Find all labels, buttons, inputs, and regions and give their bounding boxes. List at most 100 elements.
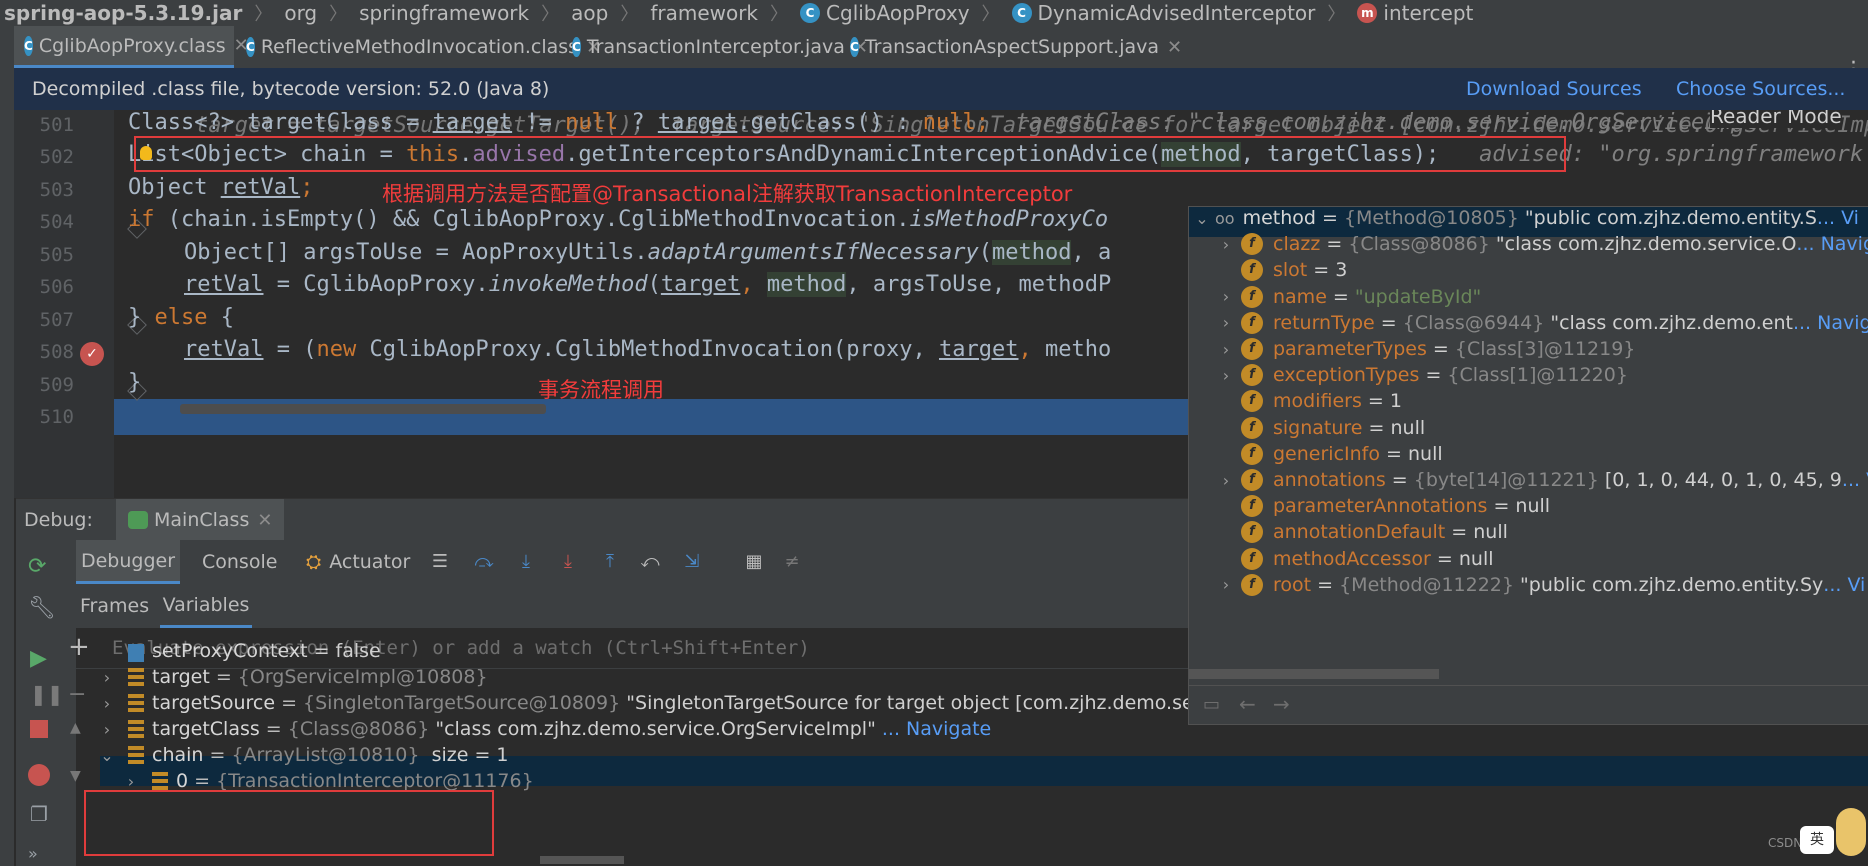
debug-label: Debug: [24,509,93,531]
expand-arrow-icon[interactable]: › [1219,366,1233,385]
tab-frames[interactable]: Frames [80,584,149,628]
field-value: null [1390,416,1426,439]
navigate-link[interactable]: ... Vi [1823,574,1865,596]
field-name: signature [1273,416,1363,439]
expand-arrow-icon[interactable]: › [124,772,138,791]
variable-value: = false [313,640,381,662]
tab-transactionaspectsupport[interactable]: C TransactionAspectSupport.java ✕ [840,26,1182,68]
layout-menu-icon[interactable]: ☰ [428,550,452,574]
run-to-cursor-icon[interactable]: ⇲ [680,550,704,574]
class-icon: C [1011,3,1032,23]
field-name: parameterAnnotations [1273,495,1488,518]
move-down-icon[interactable]: ▼ [70,768,81,784]
pause-icon[interactable]: ❚❚ [30,682,64,706]
stop-icon[interactable] [30,720,48,738]
breadcrumb-item[interactable]: aop [567,1,612,25]
evaluate-expression-icon[interactable]: ▦ [742,550,766,574]
expand-arrow-icon[interactable]: › [1219,235,1233,254]
ime-indicator[interactable]: 英 [1800,826,1834,854]
class-icon: C [800,3,821,23]
expand-arrow-icon[interactable]: › [100,668,114,687]
trace-icon[interactable]: ≠ [780,550,804,574]
popup-horizontal-scrollbar[interactable] [1189,669,1439,679]
field-name: annotationDefault [1273,521,1446,544]
collapse-arrow-icon[interactable]: ⌄ [1195,209,1209,228]
expand-arrow-icon[interactable]: › [100,694,114,713]
expand-arrow-icon[interactable]: › [1219,471,1233,490]
navigate-link[interactable]: ... Vi [1842,469,1868,491]
breadcrumb-item[interactable]: spring-aop-5.3.19.jar [0,1,246,25]
code-token: retVal [220,175,301,200]
line-number: 510 [39,406,74,428]
breadcrumb-label: intercept [1383,1,1474,25]
popup-field-row[interactable]: › f root = {Method@11222} "public com.zjhz… [1219,570,1865,600]
step-into-icon[interactable]: ⤓ [514,550,538,574]
add-watch-icon[interactable]: + [68,632,90,662]
wrench-icon[interactable]: 🔧︎ [28,596,56,621]
breadcrumb-item[interactable]: C DynamicAdvisedInterceptor [1008,1,1320,25]
drop-frame-icon[interactable]: ⤺ [638,550,662,574]
breadcrumb-item[interactable]: C CglibAopProxy [796,1,974,25]
navigate-link[interactable]: ... Navig [1793,312,1868,334]
code-token: ( [978,240,992,265]
tab-debugger[interactable]: Debugger [76,540,180,584]
variables-horizontal-scrollbar[interactable] [540,856,624,864]
close-icon[interactable]: ✕ [257,510,272,531]
close-icon[interactable]: ✕ [1167,37,1182,58]
field-value: "public com.zjhz.demo.entity.S [1524,207,1817,229]
field-value: null [1515,495,1551,518]
step-over-icon[interactable]: ⤼ [472,550,496,574]
debug-session-tab[interactable]: MainClass ✕ [116,499,285,541]
code-token: null [922,110,976,135]
lightbulb-icon[interactable] [140,146,152,160]
equals-sign: = [1311,573,1340,596]
code-token: (chain.isEmpty() && CglibAopProxy.CglibM… [154,207,910,232]
project-tool-strip[interactable] [0,26,15,866]
tab-actuator[interactable]: ⛭ Actuator [306,540,410,584]
equals-sign: = [1426,338,1455,360]
download-sources-link[interactable]: Download Sources [1466,78,1642,100]
breakpoint-icon[interactable]: ✓ [80,342,104,366]
navigate-link[interactable]: ... Vi [1817,207,1859,229]
rerun-icon[interactable]: ⟳ [28,554,46,579]
field-icon: f [1241,285,1263,308]
forward-arrow-icon[interactable]: → [1273,692,1290,716]
tab-reflectivemethodinvocation[interactable]: C ReflectiveMethodInvocation.class ✕ [236,26,601,68]
copy-icon[interactable]: ❐ [30,802,48,826]
resume-icon[interactable]: ▶ [30,646,47,671]
method-inspection-popup[interactable]: ⌄ oo method = {Method@10805} "public com.z… [1188,206,1868,725]
navigate-link[interactable]: ... Navigate [882,718,991,740]
reader-mode-button[interactable]: Reader Mode [1710,110,1842,128]
choose-sources-link[interactable]: Choose Sources... [1676,78,1845,100]
expand-arrow-icon[interactable]: › [1219,575,1233,594]
code-token: target [432,110,513,135]
navigate-link[interactable]: ... Navig [1796,233,1868,255]
expand-arrow-icon[interactable]: › [100,720,114,739]
tab-transactioninterceptor[interactable]: C TransactionInterceptor.java ✕ [562,26,868,68]
line-gutter[interactable] [14,110,114,498]
field-name: clazz [1273,233,1321,256]
expand-arrow-icon[interactable]: › [1219,313,1233,332]
move-up-icon[interactable]: ▲ [70,720,81,736]
expand-arrow-icon[interactable]: › [1219,287,1233,306]
tab-variables[interactable]: Variables [160,584,252,628]
back-arrow-icon[interactable]: ← [1239,692,1256,716]
breadcrumb-separator-icon: 〉 [770,4,789,25]
debug-session-icon [128,511,148,529]
tab-console[interactable]: Console [202,540,277,584]
breadcrumb-item[interactable]: springframework [355,1,533,25]
view-breakpoints-icon[interactable] [28,764,50,786]
collapse-arrow-icon[interactable]: ⌄ [100,746,114,765]
editor-horizontal-scrollbar[interactable] [180,404,546,414]
step-out-icon[interactable]: ⤒ [598,550,622,574]
tab-cglibaopproxy[interactable]: C CglibAopProxy.class ✕ [14,26,249,68]
field-icon: f [1241,573,1263,596]
breadcrumb-item[interactable]: org [280,1,321,25]
expand-arrow-icon[interactable]: › [1219,340,1233,359]
folder-icon[interactable]: ▭ [1203,694,1220,715]
breadcrumb-item[interactable]: m intercept [1353,1,1477,25]
force-step-into-icon[interactable]: ⤓ [556,550,580,574]
remove-watch-icon[interactable]: − [68,682,86,707]
more-icon[interactable]: » [28,844,38,863]
breadcrumb-item[interactable]: framework [646,1,762,25]
